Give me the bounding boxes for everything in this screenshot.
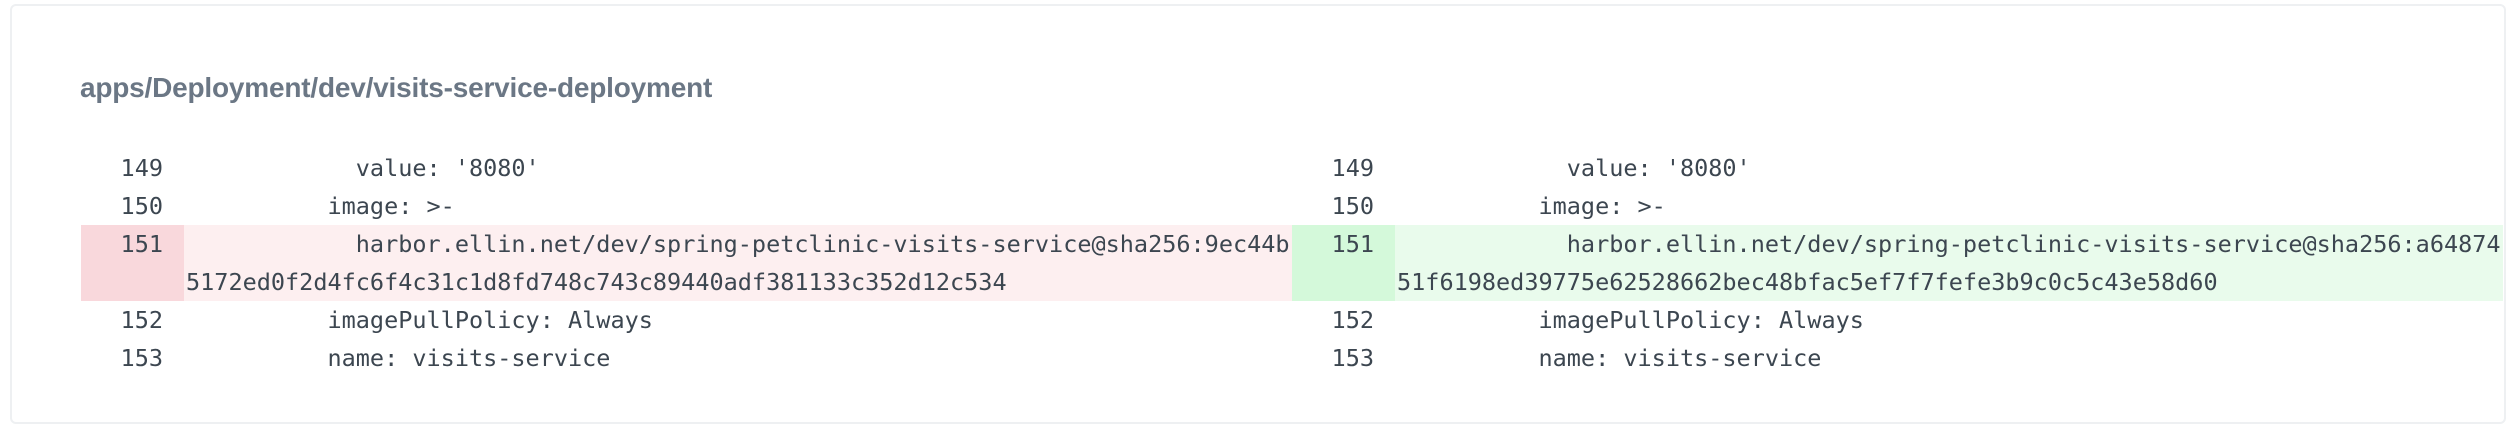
line-number: 153	[120, 344, 163, 372]
line-code: harbor.ellin.net/dev/spring-petclinic-vi…	[184, 225, 1292, 301]
line-number: 152	[120, 306, 163, 334]
line-code: harbor.ellin.net/dev/spring-petclinic-vi…	[1395, 225, 2503, 301]
diff-right-side: 149 value: '8080' 150 image: >- 151 harb…	[1292, 149, 2503, 377]
diff-line-context: 150 image: >-	[1292, 187, 2503, 225]
diff-left-side: 149 value: '8080' 150 image: >- 151 harb…	[81, 149, 1292, 377]
diff-line-added: 151 harbor.ellin.net/dev/spring-petclini…	[1292, 225, 2503, 301]
line-number: 152	[1331, 306, 1374, 334]
line-number: 149	[120, 154, 163, 182]
diff-line-context: 152 imagePullPolicy: Always	[81, 301, 1292, 339]
line-code: imagePullPolicy: Always	[1397, 306, 1864, 334]
diff-line-context: 149 value: '8080'	[81, 149, 1292, 187]
line-code: imagePullPolicy: Always	[186, 306, 653, 334]
diff-line-removed: 151 harbor.ellin.net/dev/spring-petclini…	[81, 225, 1292, 301]
line-number: 150	[120, 192, 163, 220]
diff-line-context: 153 name: visits-service	[1292, 339, 2503, 377]
line-code: name: visits-service	[186, 344, 611, 372]
line-code: value: '8080'	[186, 154, 540, 182]
diff-line-context: 152 imagePullPolicy: Always	[1292, 301, 2503, 339]
line-number: 150	[1331, 192, 1374, 220]
line-number: 153	[1331, 344, 1374, 372]
line-number: 151	[1292, 225, 1395, 301]
split-diff-view: 149 value: '8080' 150 image: >- 151 harb…	[81, 149, 2503, 377]
diff-line-context: 149 value: '8080'	[1292, 149, 2503, 187]
diff-line-context: 153 name: visits-service	[81, 339, 1292, 377]
line-code: image: >-	[1397, 192, 1666, 220]
line-code: value: '8080'	[1397, 154, 1751, 182]
diff-panel: apps/Deployment/dev/visits-service-deplo…	[10, 4, 2506, 424]
line-number: 149	[1331, 154, 1374, 182]
diff-line-context: 150 image: >-	[81, 187, 1292, 225]
resource-path-title: apps/Deployment/dev/visits-service-deplo…	[80, 72, 713, 103]
line-code: image: >-	[186, 192, 455, 220]
line-code: name: visits-service	[1397, 344, 1822, 372]
line-number: 151	[81, 225, 184, 301]
